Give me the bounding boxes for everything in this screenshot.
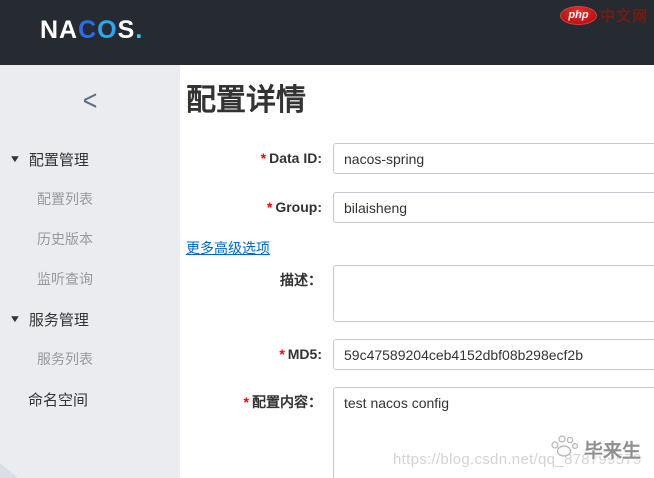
sidebar-item-config-management[interactable]: ▼ 配置管理 [0, 139, 180, 179]
caret-down-icon: ▼ [8, 153, 22, 165]
sidebar-item-label: 服务列表 [37, 351, 93, 367]
config-content-label: * 配置内容： [243, 394, 322, 410]
sidebar-item-history-versions[interactable]: 历史版本 [0, 219, 180, 259]
page-title: 配置详情 [186, 84, 306, 117]
app-window: NACOS. php 中文网 < ▼ 配置管理 配置列表 历史版本 监听查询 ▼ [0, 0, 654, 478]
sidebar-item-config-list[interactable]: 配置列表 [0, 179, 180, 219]
sidebar-item-listening-query[interactable]: 监听查询 [0, 259, 180, 299]
sidebar-item-service-management[interactable]: ▼ 服务管理 [0, 299, 180, 339]
data-id-row: * Data ID: [180, 143, 654, 174]
sidebar: < ▼ 配置管理 配置列表 历史版本 监听查询 ▼ 服务管理 服务列表 命名空间 [0, 65, 180, 478]
config-content-textarea[interactable]: test nacos config [333, 387, 654, 478]
group-input[interactable] [333, 192, 654, 223]
sidebar-item-label: 监听查询 [37, 271, 93, 287]
sidebar-collapse-button[interactable]: < [0, 85, 180, 118]
logo-text-o: O [97, 16, 118, 44]
sidebar-item-label: 配置列表 [37, 191, 93, 207]
corner-decoration [0, 463, 18, 478]
md5-input[interactable] [333, 339, 654, 370]
required-marker: * [260, 150, 267, 166]
logo-text-na: NA [40, 16, 79, 44]
sidebar-nav: ▼ 配置管理 配置列表 历史版本 监听查询 ▼ 服务管理 服务列表 命名空间 [0, 139, 180, 419]
description-textarea[interactable] [333, 265, 654, 322]
md5-row: * MD5: [180, 339, 654, 370]
caret-down-icon: ▼ [8, 313, 22, 325]
logo-text-s: S [117, 16, 136, 44]
group-row: * Group: [180, 192, 654, 223]
sidebar-item-label: 历史版本 [37, 231, 93, 247]
nacos-logo: NACOS. [40, 18, 143, 43]
sidebar-item-label: 配置管理 [28, 151, 89, 169]
php-logo-icon: php [559, 6, 597, 25]
sidebar-item-namespace[interactable]: 命名空间 [0, 379, 180, 419]
more-advanced-options-link[interactable]: 更多高级选项 [186, 240, 270, 256]
logo-text-dot: . [135, 16, 144, 44]
main-content: 配置详情 *Data ID: *Group: 更多高级选项 [180, 65, 654, 478]
php-cn-watermark-badge: php 中文网 [559, 5, 648, 26]
group-label: * Group: [266, 199, 322, 215]
config-content-row: * 配置内容： test nacos config [180, 387, 654, 478]
sidebar-item-label: 服务管理 [28, 311, 89, 329]
required-marker: * [279, 346, 285, 362]
logo-text-c: C [78, 16, 98, 44]
sidebar-item-label: 命名空间 [28, 391, 89, 409]
md5-label: * MD5: [279, 346, 322, 362]
required-marker: * [243, 394, 249, 410]
description-label: 描述： [280, 272, 322, 288]
description-row: 描述： [180, 265, 654, 322]
required-marker: * [266, 199, 273, 215]
php-cn-label: 中文网 [599, 8, 648, 25]
sidebar-item-service-list[interactable]: 服务列表 [0, 339, 180, 379]
data-id-input[interactable] [333, 143, 654, 174]
top-header: NACOS. php 中文网 [0, 0, 654, 65]
data-id-label: * Data ID: [260, 150, 322, 166]
config-detail-form: *Data ID: *Group: 更多高级选项 描述： [180, 143, 654, 478]
